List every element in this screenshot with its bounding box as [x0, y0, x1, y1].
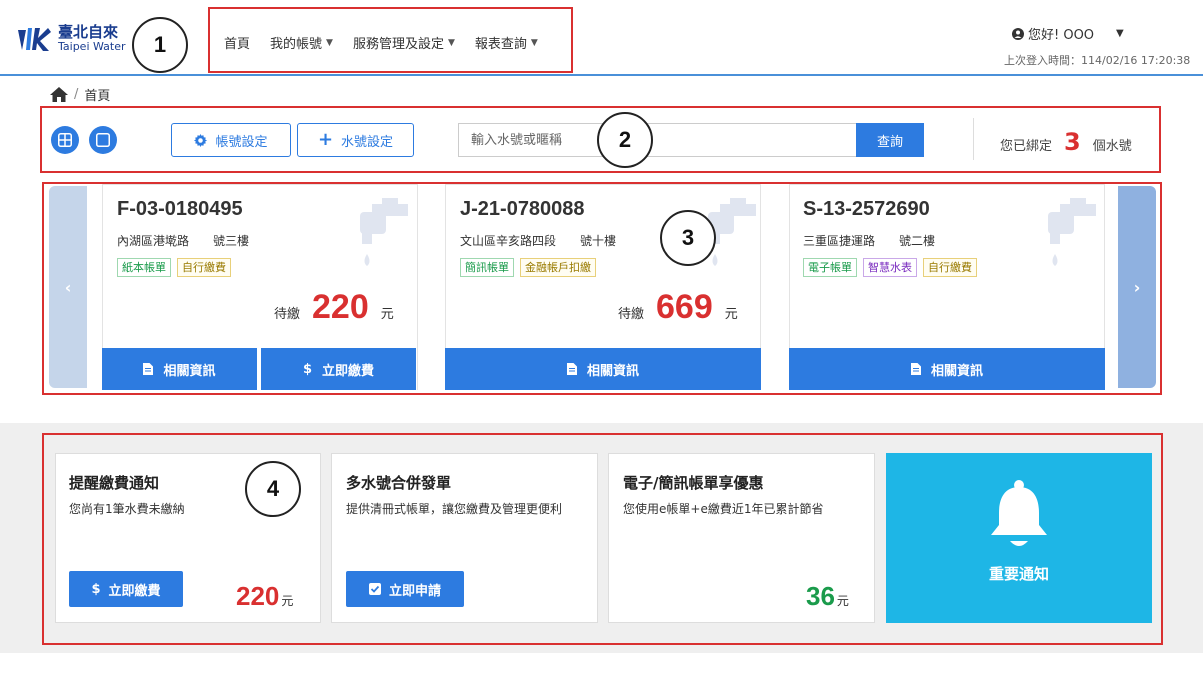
annotation-marker-2: 2: [597, 112, 653, 168]
user-menu[interactable]: 您好! OOO ▼: [1012, 24, 1124, 43]
breadcrumb-separator: /: [74, 87, 79, 102]
annotation-box-3: [42, 182, 1162, 395]
logo-text: 臺北自來 Taipei Water: [58, 23, 126, 54]
annotation-box-1: [208, 7, 573, 73]
last-login-time: 上次登入時間：114/02/16 17:20:38: [1004, 54, 1191, 67]
annotation-box-4: [42, 433, 1163, 645]
annotation-marker-1: 1: [132, 17, 188, 73]
logo-english: Taipei Water: [58, 40, 126, 54]
user-greeting: 您好! OOO: [1028, 28, 1095, 43]
breadcrumb: / 首頁: [50, 85, 110, 104]
caret-down-icon: ▼: [1116, 28, 1124, 39]
breadcrumb-current: 首頁: [84, 89, 111, 104]
annotation-marker-3: 3: [660, 210, 716, 266]
logo-mark-icon: [18, 28, 51, 51]
user-circle-icon: [1012, 27, 1024, 40]
home-icon[interactable]: [50, 87, 68, 102]
taipei-water-logo[interactable]: 臺北自來 Taipei Water: [16, 24, 126, 54]
logo-chinese: 臺北自來: [58, 23, 119, 42]
annotation-marker-4: 4: [245, 461, 301, 517]
